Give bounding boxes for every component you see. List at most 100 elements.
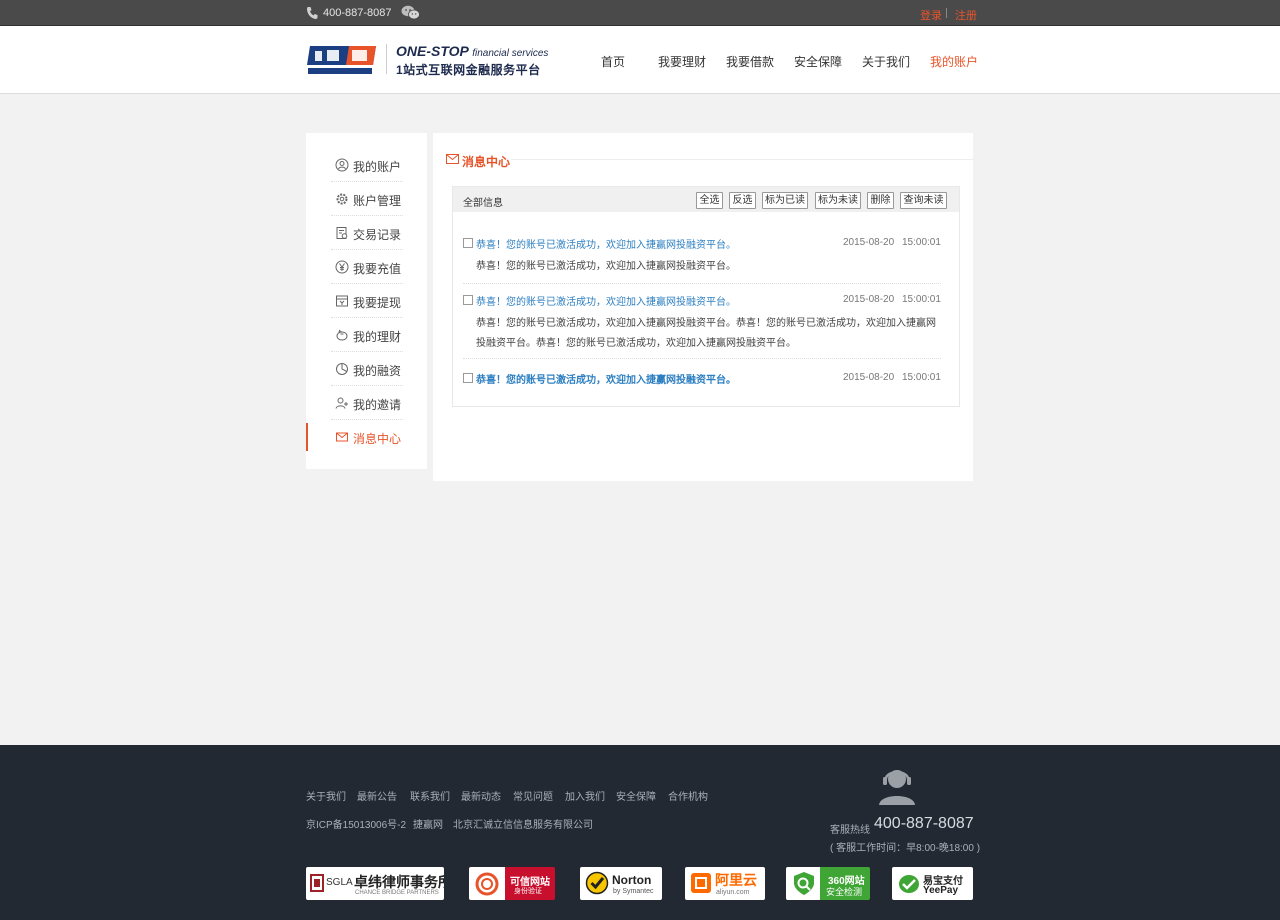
- query-unread-button[interactable]: 查询未读: [900, 192, 947, 209]
- norton-check-icon: [585, 871, 609, 895]
- topbar-phone: 400-887-8087: [323, 7, 392, 19]
- mail-icon: [446, 154, 459, 164]
- message-checkbox[interactable]: [463, 238, 473, 248]
- message-body: 恭喜！您的账号已激活成功，欢迎加入捷赢网投融资平台。恭喜！您的账号已激活成功，欢…: [476, 318, 936, 349]
- message-list: 全部信息 全选 反选 标为已读 标为未读 删除 查询未读 恭喜！您的账号已激活成…: [452, 186, 960, 407]
- message-center-panel: 消息中心 全部信息 全选 反选 标为已读 标为未读 删除 查询未读 恭喜！您的账…: [433, 133, 973, 481]
- hotline-number: 400-887-8087: [874, 815, 974, 832]
- service-hours: ( 客服工作时间：早8:00-晚18:00 ): [830, 843, 981, 854]
- sidebar-item-label: 我的账户: [353, 160, 402, 174]
- pie-icon: [336, 363, 348, 375]
- footer-link-partners[interactable]: 合作机构: [668, 788, 708, 803]
- sidebar-item-account-settings[interactable]: 账户管理: [331, 182, 403, 216]
- message-date: 2015-08-20: [843, 372, 895, 383]
- sidebar-item-withdraw[interactable]: 我要提现: [331, 284, 403, 318]
- message-date: 2015-08-20: [843, 294, 895, 305]
- nav-home[interactable]: 首页: [601, 53, 625, 70]
- account-sidebar: 我的账户 账户管理 交易记录 我要充值 我要提现 我的理财 我的融资 我的邀请 …: [306, 133, 427, 469]
- sidebar-item-label: 我的邀请: [353, 398, 402, 412]
- mail-icon: [336, 432, 348, 442]
- logo-divider: [386, 44, 387, 74]
- sidebar-item-my-financing[interactable]: 我的融资: [331, 352, 403, 386]
- sidebar-item-recharge[interactable]: 我要充值: [331, 250, 403, 284]
- message-body: 恭喜！您的账号已激活成功，欢迎加入捷赢网投融资平台。: [476, 261, 736, 272]
- sidebar-active-indicator: [306, 423, 308, 451]
- topbar-divider: [946, 8, 947, 18]
- wechat-icon[interactable]: [401, 5, 420, 20]
- sgla-logo-icon: [310, 874, 324, 892]
- all-messages-label: 全部信息: [463, 198, 503, 209]
- invert-selection-button[interactable]: 反选: [729, 192, 756, 209]
- gear-icon: [336, 193, 348, 205]
- footer-link-security[interactable]: 安全保障: [616, 788, 656, 803]
- sidebar-item-label: 我的理财: [353, 330, 402, 344]
- footer-company: 北京汇诚立信信息服务有限公司: [453, 820, 593, 831]
- yeepay-badge[interactable]: 易宝支付 YeePay: [892, 867, 973, 900]
- sidebar-item-my-account[interactable]: 我的账户: [331, 148, 403, 182]
- footer-link-contact[interactable]: 联系我们: [410, 788, 450, 803]
- 360-shield-icon: [794, 872, 814, 895]
- message-time: 15:00:01: [902, 237, 941, 248]
- message-time: 15:00:01: [902, 294, 941, 305]
- site-logo[interactable]: [307, 43, 379, 77]
- register-link[interactable]: 注册: [955, 7, 977, 23]
- sidebar-item-label: 我的融资: [353, 364, 402, 378]
- 360-security-badge[interactable]: 360网站 安全检测: [786, 867, 870, 900]
- mark-read-button[interactable]: 标为已读: [762, 192, 808, 209]
- message-subject-unread[interactable]: 恭喜！您的账号已激活成功，欢迎加入捷赢网投融资平台。: [476, 371, 736, 386]
- footer-link-faq[interactable]: 常见问题: [513, 788, 553, 803]
- icp-number: 京ICP备15013006号-2: [306, 820, 407, 831]
- customer-service-icon: [879, 770, 915, 805]
- sidebar-item-label: 我要提现: [353, 296, 402, 310]
- list-item[interactable]: 恭喜！您的账号已激活成功，欢迎加入捷赢网投融资平台。 2015-08-20 15…: [463, 236, 941, 276]
- sidebar-item-label: 交易记录: [353, 228, 402, 242]
- footer-link-about[interactable]: 关于我们: [306, 788, 346, 803]
- nav-borrow[interactable]: 我要借款: [726, 53, 774, 70]
- phone-icon: [307, 7, 318, 19]
- yeepay-logo-icon: [899, 875, 919, 893]
- footer-brand: 捷赢网: [413, 820, 443, 831]
- page-title: 消息中心: [462, 155, 511, 169]
- sidebar-item-transactions[interactable]: 交易记录: [331, 216, 403, 250]
- message-time: 15:00:01: [902, 372, 941, 383]
- message-checkbox[interactable]: [463, 295, 473, 305]
- message-date: 2015-08-20: [843, 237, 895, 248]
- message-subject[interactable]: 恭喜！您的账号已激活成功，欢迎加入捷赢网投融资平台。: [476, 293, 736, 308]
- norton-badge[interactable]: Norton by Symantec: [580, 867, 662, 900]
- sidebar-item-label: 账户管理: [353, 194, 402, 208]
- aliyun-logo-icon: [691, 873, 711, 893]
- message-toolbar: 全部信息 全选 反选 标为已读 标为未读 删除 查询未读: [453, 187, 959, 212]
- site-header: ONE-STOP financial services 1站式互联网金融服务平台…: [0, 26, 1280, 94]
- select-all-button[interactable]: 全选: [696, 192, 723, 209]
- message-checkbox[interactable]: [463, 373, 473, 383]
- footer-link-join[interactable]: 加入我们: [565, 788, 605, 803]
- nav-invest[interactable]: 我要理财: [658, 53, 706, 70]
- footer-link-news[interactable]: 最新动态: [461, 788, 501, 803]
- aliyun-badge[interactable]: 阿里云 aliyun.com: [685, 867, 765, 900]
- hotline-label: 客服热线: [830, 825, 870, 836]
- credible-website-badge[interactable]: 可信网站 身份验证: [469, 867, 555, 900]
- footer-link-notices[interactable]: 最新公告: [357, 788, 397, 803]
- sidebar-item-my-investment[interactable]: 我的理财: [331, 318, 403, 352]
- user-circle-icon: [335, 158, 349, 172]
- nav-my-account[interactable]: 我的账户: [930, 53, 978, 70]
- message-divider: [463, 283, 941, 284]
- sidebar-item-message-center[interactable]: 消息中心: [331, 420, 403, 454]
- top-bar: 400-887-8087 登录 注册: [0, 0, 1280, 26]
- list-item[interactable]: 恭喜！您的账号已激活成功，欢迎加入捷赢网投融资平台。 2015-08-20 15…: [463, 293, 941, 353]
- login-link[interactable]: 登录: [920, 7, 942, 23]
- credible-logo-icon: [475, 872, 499, 896]
- mark-unread-button[interactable]: 标为未读: [815, 192, 861, 209]
- message-subject[interactable]: 恭喜！您的账号已激活成功，欢迎加入捷赢网投融资平台。: [476, 236, 736, 251]
- sidebar-item-my-invites[interactable]: 我的邀请: [331, 386, 403, 420]
- sgla-law-firm-badge[interactable]: SGLA 卓纬律师事务所 CHANCE BRIDGE PARTNERS: [306, 867, 444, 900]
- title-divider: [511, 159, 973, 160]
- nav-security[interactable]: 安全保障: [794, 53, 842, 70]
- nav-about[interactable]: 关于我们: [862, 53, 910, 70]
- list-item[interactable]: 恭喜！您的账号已激活成功，欢迎加入捷赢网投融资平台。 2015-08-20 15…: [463, 371, 941, 387]
- invite-icon: [335, 397, 348, 409]
- piggy-icon: [336, 329, 348, 341]
- delete-button[interactable]: 删除: [867, 192, 894, 209]
- record-icon: [336, 227, 348, 239]
- sidebar-item-label: 消息中心: [353, 432, 402, 446]
